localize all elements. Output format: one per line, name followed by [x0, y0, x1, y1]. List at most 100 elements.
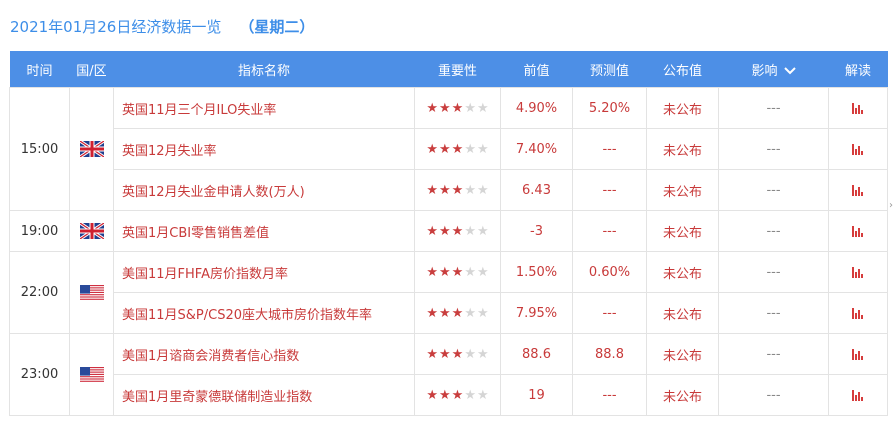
previous-value: 88.6	[500, 333, 573, 375]
star-icon: ★	[451, 100, 464, 116]
country-cell	[69, 251, 114, 334]
star-icon: ★	[476, 223, 489, 239]
header-actual: 公布值	[646, 51, 719, 88]
forecast-value: 0.60%	[572, 251, 647, 293]
star-icon: ★	[426, 387, 439, 403]
actual-value: 未公布	[646, 128, 719, 170]
star-icon: ★	[476, 100, 489, 116]
analysis-cell[interactable]	[828, 292, 888, 334]
indicator-name[interactable]: 美国1月谘商会消费者信心指数	[113, 333, 415, 375]
bar-chart-icon[interactable]	[852, 225, 864, 237]
importance-stars: ★ ★ ★ ★ ★	[414, 333, 501, 375]
star-icon: ★	[451, 264, 464, 280]
header-importance: 重要性	[414, 51, 501, 88]
title-weekday: （星期二）	[239, 17, 315, 36]
us-flag-icon	[79, 284, 104, 301]
table-row: 19:00 英国1月CBI零售销售差值 ★ ★ ★ ★ ★ -3 --- 未公布 ---	[9, 210, 888, 252]
importance-stars: ★ ★ ★ ★ ★	[414, 128, 501, 170]
impact-value: ---	[718, 251, 829, 293]
analysis-cell[interactable]	[828, 333, 888, 375]
actual-value: 未公布	[646, 169, 719, 211]
table-row: 美国1月里奇蒙德联储制造业指数 ★ ★ ★ ★ ★ 19 --- 未公布 ---	[10, 374, 888, 416]
star-icon: ★	[464, 387, 476, 403]
forecast-value: ---	[572, 169, 647, 211]
indicator-name[interactable]: 英国12月失业率	[113, 128, 415, 170]
star-icon: ★	[476, 182, 489, 198]
page-title: 2021年01月26日经济数据一览 （星期二）	[10, 14, 314, 38]
star-icon: ★	[464, 141, 476, 157]
forecast-value: 88.8	[572, 333, 647, 375]
actual-value: 未公布	[646, 251, 719, 293]
bar-chart-icon[interactable]	[852, 266, 864, 278]
star-icon: ★	[439, 387, 451, 403]
table-row: 22:00 美国11月FHFA房价指数月率 ★ ★ ★ ★ ★ 1.50% 0.60% 未公布 --…	[9, 251, 888, 334]
star-icon: ★	[439, 223, 451, 239]
indicator-name[interactable]: 英国1月CBI零售销售差值	[113, 210, 415, 252]
indicator-name[interactable]: 美国11月S&P/CS20座大城市房价指数年率	[113, 292, 415, 334]
header-impact[interactable]: 影响	[718, 51, 829, 88]
star-icon: ★	[439, 305, 451, 321]
actual-value: 未公布	[646, 87, 719, 129]
importance-stars: ★ ★ ★ ★ ★	[414, 169, 501, 211]
star-icon: ★	[451, 182, 464, 198]
time-cell: 19:00	[9, 210, 70, 252]
indicator-name[interactable]: 英国12月失业金申请人数(万人)	[113, 169, 415, 211]
impact-value: ---	[718, 374, 829, 416]
star-icon: ★	[464, 182, 476, 198]
impact-value: ---	[718, 333, 829, 375]
scroll-right-icon[interactable]: ›	[889, 200, 895, 216]
country-cell	[69, 210, 114, 252]
table-row: 美国11月S&P/CS20座大城市房价指数年率 ★ ★ ★ ★ ★ 7.95% --- 未公布 -…	[10, 292, 888, 334]
header-time: 时间	[9, 51, 70, 88]
forecast-value: ---	[572, 374, 647, 416]
forecast-value: ---	[572, 128, 647, 170]
star-icon: ★	[451, 141, 464, 157]
impact-value: ---	[718, 128, 829, 170]
bar-chart-icon[interactable]	[852, 307, 864, 319]
analysis-cell[interactable]	[828, 169, 888, 211]
table-row: 英国12月失业率 ★ ★ ★ ★ ★ 7.40% --- 未公布 ---	[10, 128, 888, 170]
star-icon: ★	[426, 100, 439, 116]
analysis-cell[interactable]	[828, 251, 888, 293]
indicator-name[interactable]: 英国11月三个月ILO失业率	[113, 87, 415, 129]
star-icon: ★	[426, 223, 439, 239]
analysis-cell[interactable]	[828, 374, 888, 416]
header-analysis: 解读	[828, 51, 888, 88]
uk-flag-icon	[79, 141, 104, 157]
star-icon: ★	[464, 100, 476, 116]
importance-stars: ★ ★ ★ ★ ★	[414, 87, 501, 129]
impact-value: ---	[718, 169, 829, 211]
star-icon: ★	[426, 141, 439, 157]
analysis-cell[interactable]	[828, 210, 888, 252]
previous-value: 7.95%	[500, 292, 573, 334]
analysis-cell[interactable]	[828, 87, 888, 129]
indicator-name[interactable]: 美国1月里奇蒙德联储制造业指数	[113, 374, 415, 416]
indicator-name[interactable]: 美国11月FHFA房价指数月率	[113, 251, 415, 293]
bar-chart-icon[interactable]	[852, 389, 864, 401]
star-icon: ★	[476, 305, 489, 321]
star-icon: ★	[426, 182, 439, 198]
importance-stars: ★ ★ ★ ★ ★	[414, 292, 501, 334]
chevron-down-icon[interactable]	[783, 64, 796, 78]
header-forecast: 预测值	[572, 51, 647, 88]
star-icon: ★	[439, 141, 451, 157]
star-icon: ★	[439, 264, 451, 280]
analysis-cell[interactable]	[828, 128, 888, 170]
star-icon: ★	[476, 264, 489, 280]
star-icon: ★	[464, 346, 476, 362]
time-cell: 15:00	[9, 87, 70, 211]
star-icon: ★	[451, 305, 464, 321]
forecast-value: 5.20%	[572, 87, 647, 129]
actual-value: 未公布	[646, 292, 719, 334]
importance-stars: ★ ★ ★ ★ ★	[414, 210, 501, 252]
table-row: 英国12月失业金申请人数(万人) ★ ★ ★ ★ ★ 6.43 --- 未公布 ---	[10, 169, 888, 211]
star-icon: ★	[476, 346, 489, 362]
impact-value: ---	[718, 210, 829, 252]
bar-chart-icon[interactable]	[852, 102, 864, 114]
importance-stars: ★ ★ ★ ★ ★	[414, 374, 501, 416]
previous-value: 6.43	[500, 169, 573, 211]
bar-chart-icon[interactable]	[852, 348, 864, 360]
star-icon: ★	[476, 141, 489, 157]
bar-chart-icon[interactable]	[852, 184, 864, 196]
bar-chart-icon[interactable]	[852, 143, 864, 155]
